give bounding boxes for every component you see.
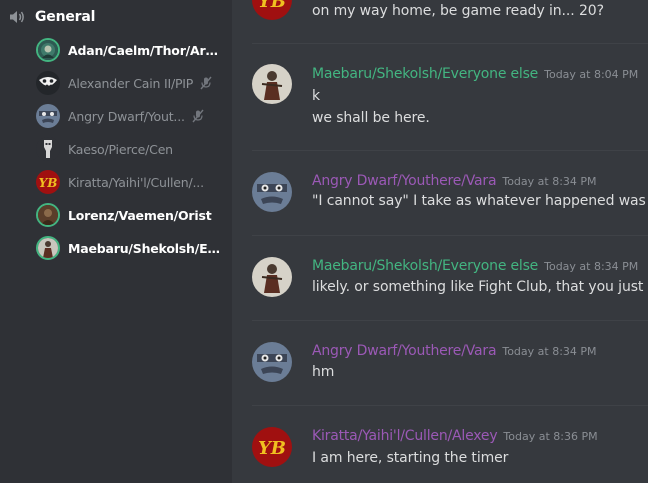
svg-text:YB: YB bbox=[258, 438, 286, 459]
voice-user-alexander[interactable]: Alexander Cain II/PIP bbox=[36, 71, 226, 95]
voice-user-name: Maebaru/Shekolsh/Eve... bbox=[68, 240, 222, 256]
message-timestamp: Today at 8:04 PM bbox=[544, 68, 639, 81]
message-text: likely. or something like Fight Club, th… bbox=[312, 279, 648, 295]
avatar bbox=[36, 203, 60, 227]
chat-messages[interactable]: YB on my way home, be game ready in... 2… bbox=[232, 0, 648, 483]
voice-user-name: Adan/Caelm/Thor/Arri... bbox=[68, 42, 222, 58]
message-timestamp: Today at 8:34 PM bbox=[544, 260, 639, 273]
message-text: on my way home, be game ready in... 20? bbox=[312, 3, 604, 19]
avatar bbox=[36, 137, 60, 161]
message-text: k bbox=[312, 88, 321, 104]
message-timestamp: Today at 8:34 PM bbox=[502, 345, 597, 358]
voice-user-name: Angry Dwarf/Yout... bbox=[68, 108, 185, 124]
voice-user-adan[interactable]: Adan/Caelm/Thor/Arri... bbox=[36, 38, 226, 62]
message-divider bbox=[252, 150, 648, 151]
message-header: Maebaru/Shekolsh/Everyone else Today at … bbox=[312, 258, 638, 274]
channel-name: General bbox=[35, 9, 96, 25]
voice-user-lorenz[interactable]: Lorenz/Vaemen/Orist bbox=[36, 203, 226, 227]
message-author[interactable]: Maebaru/Shekolsh/Everyone else bbox=[312, 66, 538, 82]
message-divider bbox=[252, 405, 648, 406]
avatar[interactable] bbox=[252, 342, 292, 382]
avatar[interactable] bbox=[252, 172, 292, 212]
avatar bbox=[36, 38, 60, 62]
voice-channel-general[interactable]: General bbox=[8, 6, 95, 28]
avatar bbox=[36, 71, 60, 95]
svg-text:YB: YB bbox=[39, 176, 58, 190]
message-author[interactable]: Angry Dwarf/Youthere/Vara bbox=[312, 173, 497, 189]
message-text: I am here, starting the timer bbox=[312, 450, 509, 466]
message-header: Maebaru/Shekolsh/Everyone else Today at … bbox=[312, 66, 638, 82]
voice-user-name: Kaeso/Pierce/Cen bbox=[68, 141, 173, 157]
message-header: Kiratta/Yaihi'l/Cullen/Alexey Today at 8… bbox=[312, 428, 598, 444]
voice-user-kiratta[interactable]: YB Kiratta/Yaihi'l/Cullen/... bbox=[36, 170, 226, 194]
avatar: YB bbox=[36, 170, 60, 194]
message-text: hm bbox=[312, 364, 335, 380]
voice-user-maebaru[interactable]: Maebaru/Shekolsh/Eve... bbox=[36, 236, 226, 260]
message-timestamp: Today at 8:36 PM bbox=[503, 430, 598, 443]
avatar bbox=[36, 236, 60, 260]
message-text: "I cannot say" I take as whatever happen… bbox=[312, 193, 648, 209]
avatar[interactable]: YB bbox=[252, 427, 292, 467]
voice-user-name: Alexander Cain II/PIP bbox=[68, 75, 194, 91]
voice-user-angry-dwarf[interactable]: Angry Dwarf/Yout... bbox=[36, 104, 226, 128]
message-author[interactable]: Kiratta/Yaihi'l/Cullen/Alexey bbox=[312, 428, 498, 444]
discord-app: General Adan/Caelm/Thor/Arri... Alexande… bbox=[0, 0, 648, 483]
message-divider bbox=[252, 43, 648, 44]
message-author[interactable]: Maebaru/Shekolsh/Everyone else bbox=[312, 258, 538, 274]
avatar[interactable] bbox=[252, 257, 292, 297]
message-divider bbox=[252, 320, 648, 321]
svg-text:YB: YB bbox=[258, 0, 286, 12]
message-timestamp: Today at 8:34 PM bbox=[502, 175, 597, 188]
voice-user-kaeso[interactable]: Kaeso/Pierce/Cen bbox=[36, 137, 226, 161]
avatar[interactable] bbox=[252, 64, 292, 104]
voice-user-name: Lorenz/Vaemen/Orist bbox=[68, 207, 212, 223]
message-text: we shall be here. bbox=[312, 110, 430, 126]
mic-muted-icon bbox=[199, 76, 213, 90]
message-author[interactable]: Angry Dwarf/Youthere/Vara bbox=[312, 343, 497, 359]
voice-user-name: Kiratta/Yaihi'l/Cullen/... bbox=[68, 174, 204, 190]
speaker-icon bbox=[8, 9, 26, 25]
voice-channel-sidebar: General Adan/Caelm/Thor/Arri... Alexande… bbox=[0, 0, 232, 483]
message-divider bbox=[252, 235, 648, 236]
avatar[interactable]: YB bbox=[252, 0, 292, 20]
message-header: Angry Dwarf/Youthere/Vara Today at 8:34 … bbox=[312, 173, 597, 189]
message-header: Angry Dwarf/Youthere/Vara Today at 8:34 … bbox=[312, 343, 597, 359]
avatar bbox=[36, 104, 60, 128]
mic-muted-icon bbox=[191, 109, 205, 123]
